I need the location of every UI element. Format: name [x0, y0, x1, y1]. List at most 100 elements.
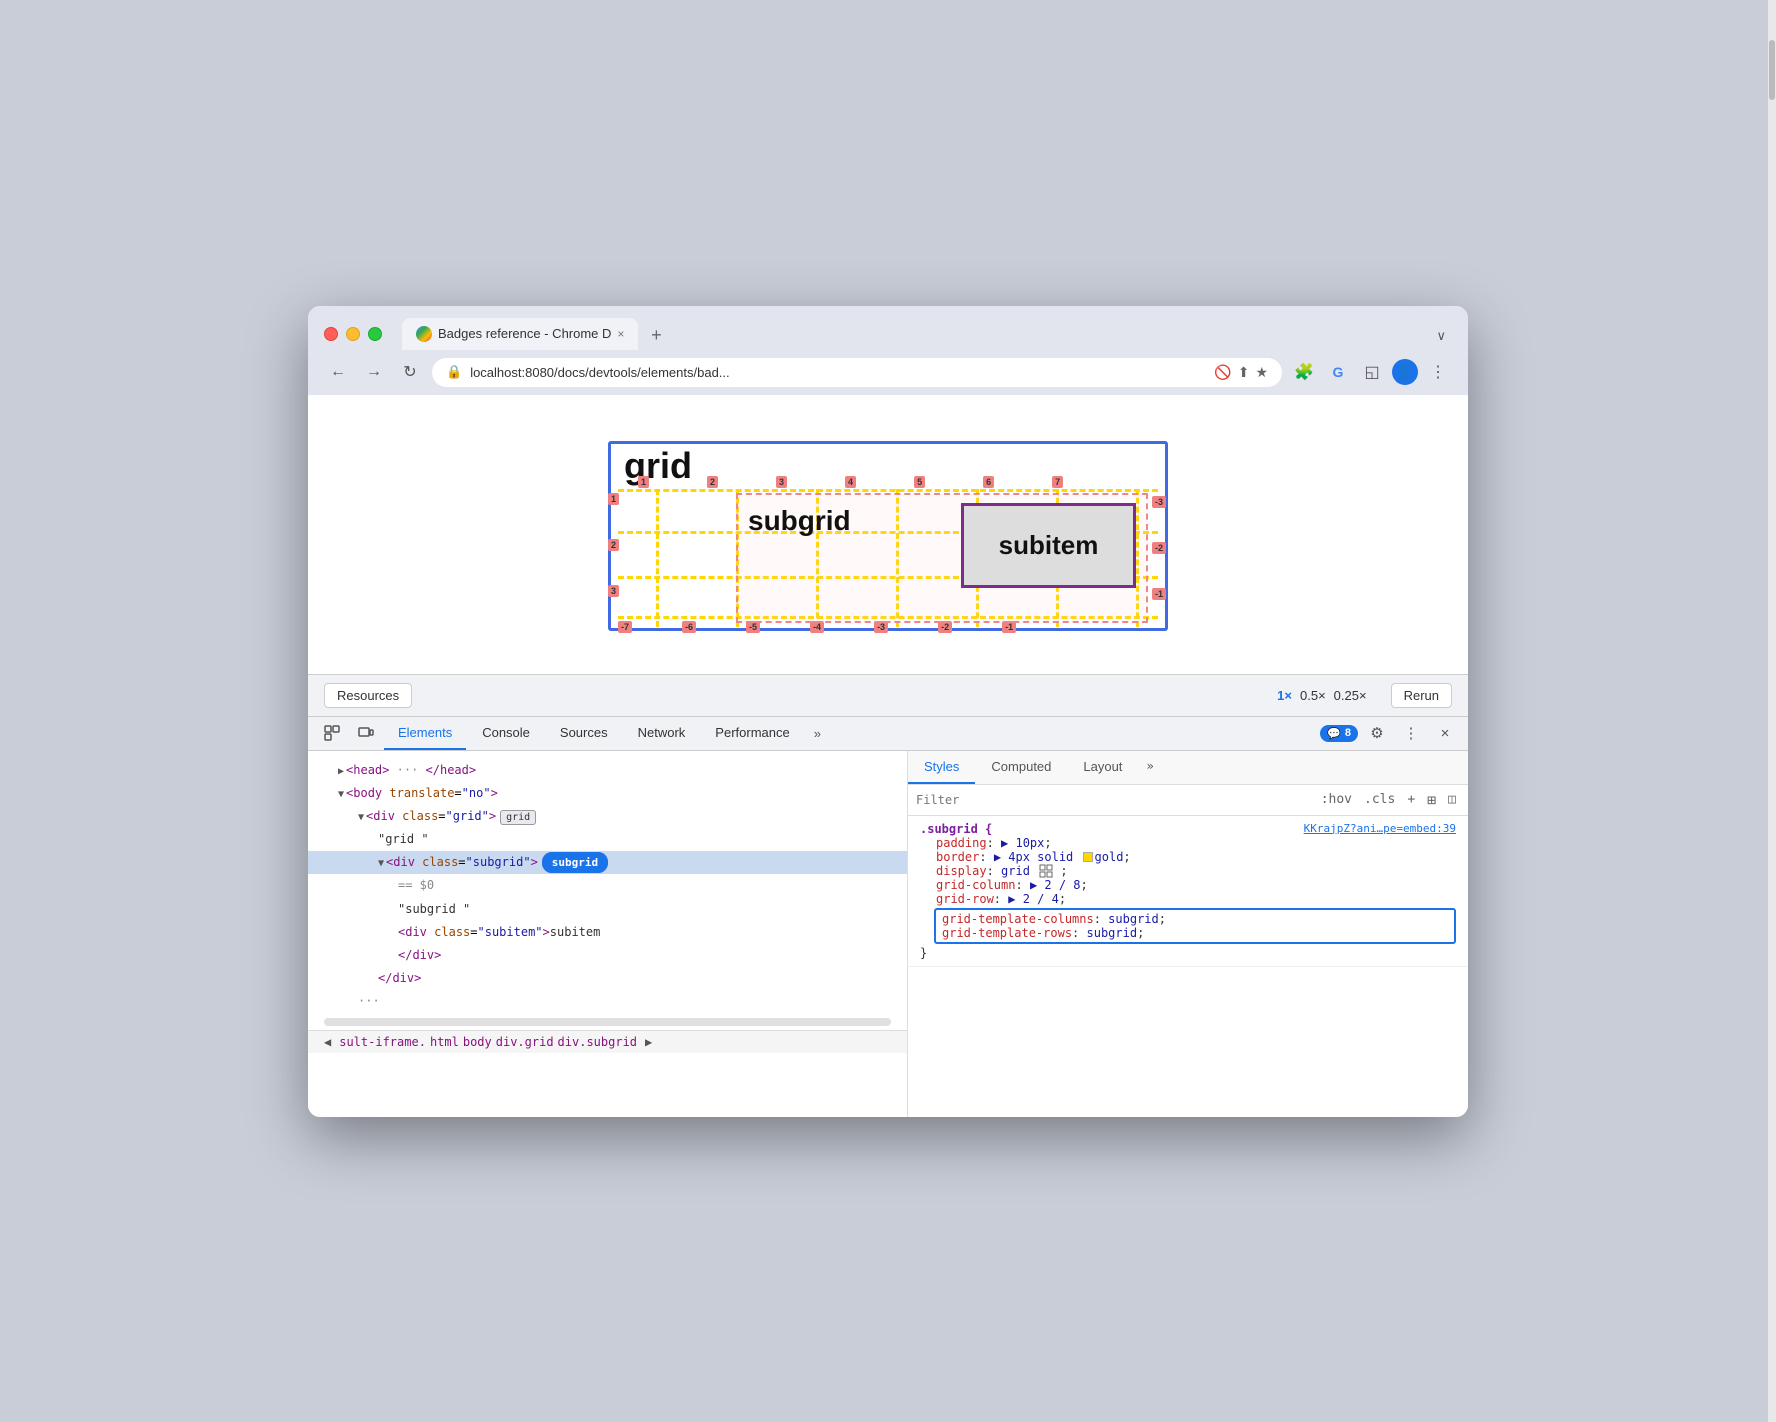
bc-html[interactable]: html — [430, 1035, 459, 1049]
col-badge-5: 5 — [914, 476, 925, 488]
tab-layout[interactable]: Layout — [1067, 751, 1138, 784]
bookmark-icon: ★ — [1255, 364, 1268, 381]
rerun-button[interactable]: Rerun — [1391, 683, 1452, 708]
zoom-025x-button[interactable]: 0.25× — [1334, 688, 1367, 703]
grid-line-h1 — [618, 489, 1158, 492]
bc-divgrid[interactable]: div.grid — [496, 1035, 554, 1049]
extensions-icon[interactable]: 🧩 — [1290, 358, 1318, 386]
filter-input[interactable] — [916, 793, 1309, 807]
tab-sources[interactable]: Sources — [546, 717, 622, 750]
css-source[interactable]: KKrajpZ?ani…pe=embed:39 — [1304, 822, 1456, 835]
col-badge-n6: -6 — [682, 621, 696, 633]
css-prop-grid-template-rows: grid-template-rows: subgrid; — [942, 926, 1448, 940]
add-style-button[interactable]: + — [1403, 790, 1419, 809]
cls-button[interactable]: .cls — [1360, 790, 1399, 809]
color-swatch-gold — [1083, 852, 1093, 862]
toggle-sidebar-button[interactable]: ◫ — [1444, 790, 1460, 809]
toolbar-icons: 🧩 G ◱ 👤 ⋮ — [1290, 358, 1452, 386]
chrome-icon — [416, 326, 432, 342]
badge-count: 8 — [1345, 727, 1351, 739]
dom-text-grid: "grid " — [308, 828, 907, 851]
inspect-element-icon[interactable] — [316, 717, 348, 749]
minimize-button[interactable] — [346, 327, 360, 341]
grid-display-icon — [1039, 864, 1053, 878]
dom-eq-line: == $0 — [308, 874, 907, 897]
devtools-tab-bar: Elements Console Sources Network Perform… — [308, 717, 1468, 751]
devtools-panel: Elements Console Sources Network Perform… — [308, 717, 1468, 1117]
tab-computed[interactable]: Computed — [975, 751, 1067, 784]
dom-subgrid-close: </div> — [308, 967, 907, 990]
close-devtools-button[interactable]: × — [1430, 718, 1460, 748]
col-badge-7: 7 — [1052, 476, 1063, 488]
browser-window: Badges reference - Chrome D × + ∨ ← → ↻ … — [308, 306, 1468, 1117]
bc-divsubgrid[interactable]: div.subgrid — [558, 1035, 637, 1049]
dom-subgrid-line[interactable]: ▼<div class="subgrid">subgrid — [308, 851, 907, 874]
address-icons: 🚫 ⬆ ★ — [1214, 364, 1268, 381]
profile-switcher-icon[interactable]: ◱ — [1358, 358, 1386, 386]
share-icon: ⬆ — [1238, 364, 1250, 381]
breadcrumb: ◀ sult-iframe. html body div.grid div.su… — [308, 1030, 907, 1053]
col-badge-n7: -7 — [618, 621, 632, 633]
css-selector: .subgrid { — [920, 822, 992, 836]
css-prop-grid-row: grid-row: ▶ 2 / 4; — [920, 892, 1456, 906]
subgrid-container: subgrid subitem — [736, 493, 1148, 623]
notifications-badge[interactable]: 💬 8 — [1320, 725, 1358, 742]
grid-line-v1 — [656, 489, 659, 627]
styles-panel: Styles Computed Layout » :hov .cls + ⊞ ◫ — [908, 751, 1468, 1117]
settings-button[interactable]: ⚙ — [1362, 718, 1392, 748]
new-rule-button[interactable]: ⊞ — [1423, 789, 1440, 811]
google-icon[interactable]: G — [1324, 358, 1352, 386]
devtools-body: ▶<head> ··· </head> ▼<body translate="no… — [308, 751, 1468, 1117]
tab-elements[interactable]: Elements — [384, 717, 466, 750]
chat-icon: 💬 — [1327, 727, 1341, 740]
title-bar: Badges reference - Chrome D × + ∨ — [308, 306, 1468, 350]
breadcrumb-back[interactable]: ◀ — [320, 1035, 335, 1049]
tab-console[interactable]: Console — [468, 717, 544, 750]
zoom-1x-button[interactable]: 1× — [1277, 688, 1292, 703]
new-tab-button[interactable]: + — [642, 322, 670, 350]
close-button[interactable] — [324, 327, 338, 341]
tab-network[interactable]: Network — [624, 717, 700, 750]
row-badge-n2: -2 — [1152, 542, 1166, 554]
menu-icon[interactable]: ⋮ — [1424, 358, 1452, 386]
back-button[interactable]: ← — [324, 358, 352, 386]
col-badge-1: 1 — [638, 476, 649, 488]
subgrid-label: subgrid — [748, 505, 851, 537]
dom-head-line: ▶<head> ··· </head> — [308, 759, 907, 782]
dom-div-grid-line: ▼<div class="grid">grid — [308, 805, 907, 828]
forward-button[interactable]: → — [360, 358, 388, 386]
filter-icons: :hov .cls + ⊞ ◫ — [1317, 789, 1460, 811]
css-prop-display: display: grid ; — [920, 864, 1456, 879]
address-input[interactable]: 🔒 localhost:8080/docs/devtools/elements/… — [432, 358, 1282, 387]
css-prop-padding: padding: ▶ 10px; — [920, 836, 1456, 850]
more-options-button[interactable]: ⋮ — [1396, 718, 1426, 748]
more-tabs-button[interactable]: » — [806, 718, 829, 749]
active-tab[interactable]: Badges reference - Chrome D × — [402, 318, 638, 350]
tab-overflow-button[interactable]: ∨ — [1430, 322, 1452, 350]
tab-performance[interactable]: Performance — [701, 717, 803, 750]
highlighted-props-box: grid-template-columns: subgrid; grid-tem… — [934, 908, 1456, 944]
col-badge-6: 6 — [983, 476, 994, 488]
resources-button[interactable]: Resources — [324, 683, 412, 708]
dom-text-subgrid: "subgrid " — [308, 898, 907, 921]
profile-avatar[interactable]: 👤 — [1392, 359, 1418, 385]
bc-body[interactable]: body — [463, 1035, 492, 1049]
tab-close-button[interactable]: × — [617, 327, 624, 341]
dom-panel[interactable]: ▶<head> ··· </head> ▼<body translate="no… — [308, 751, 908, 1117]
tab-bar: Badges reference - Chrome D × + ∨ — [402, 318, 1452, 350]
device-toolbar-icon[interactable] — [350, 717, 382, 749]
hov-button[interactable]: :hov — [1317, 790, 1356, 809]
styles-filter-bar: :hov .cls + ⊞ ◫ — [908, 785, 1468, 816]
breadcrumb-forward[interactable]: ▶ — [641, 1035, 656, 1049]
styles-more-tabs[interactable]: » — [1138, 751, 1161, 784]
refresh-button[interactable]: ↻ — [396, 358, 424, 386]
css-rule-close: } — [920, 946, 1456, 960]
maximize-button[interactable] — [368, 327, 382, 341]
subitem-box: subitem — [961, 503, 1136, 588]
zoom-05x-button[interactable]: 0.5× — [1300, 688, 1326, 703]
tab-styles[interactable]: Styles — [908, 751, 975, 784]
row-badge-n3: -3 — [1152, 496, 1166, 508]
row-badges-left: 1 2 3 — [608, 493, 619, 597]
page-controls: Resources 1× 0.5× 0.25× Rerun — [308, 675, 1468, 717]
bc-iframe[interactable]: sult-iframe. — [339, 1035, 426, 1049]
